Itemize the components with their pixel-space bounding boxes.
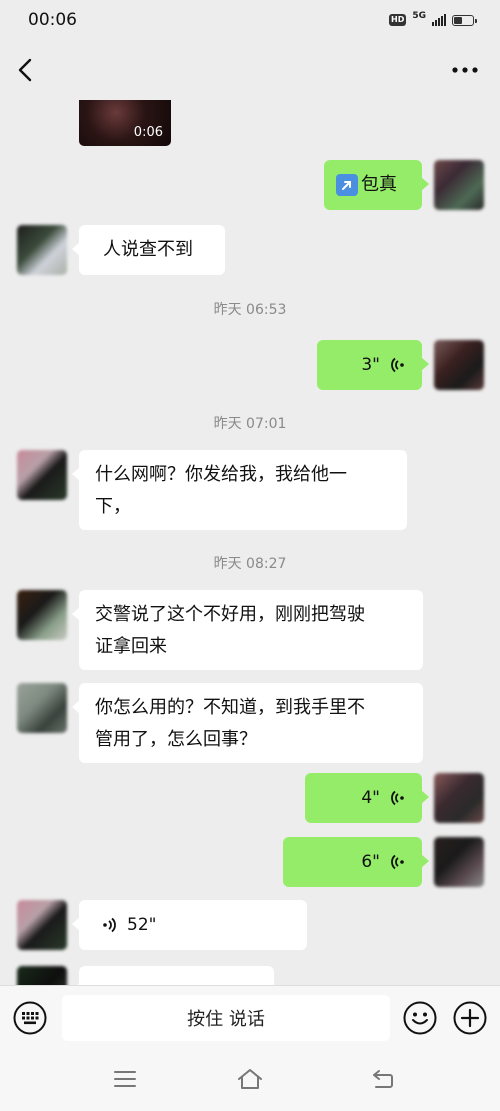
hd-icon: HD [389, 14, 407, 26]
message-text: 包真 [361, 174, 397, 195]
battery-level [454, 16, 462, 24]
video-duration: 0:06 [133, 125, 163, 140]
menu-icon[interactable] [113, 1069, 137, 1089]
message-bubble-incoming[interactable]: 什么网啊？你发给我，我给他一 下， [72, 450, 407, 530]
message-text: 人说查不到 [103, 239, 193, 260]
avatar[interactable] [17, 900, 67, 950]
chat-input-bar: 按住 说话 [0, 985, 500, 1047]
message-bubble-outgoing[interactable]: 包真 [324, 160, 429, 210]
home-icon[interactable] [236, 1067, 264, 1091]
message-bubble-incoming[interactable]: 交警说了这个不好用，刚刚把驾驶 证拿回来 [72, 590, 423, 670]
message-bubble-incoming[interactable]: 人说查不到 [72, 225, 225, 275]
voice-duration: 3" [361, 355, 380, 375]
avatar[interactable] [17, 225, 67, 275]
avatar[interactable] [17, 450, 67, 500]
ellipsis-icon[interactable] [450, 58, 480, 82]
avatar[interactable] [434, 837, 484, 887]
voice-wave-icon [391, 854, 404, 870]
avatar[interactable] [17, 966, 67, 985]
link-arrow-icon [336, 174, 358, 196]
status-time: 00:06 [28, 10, 77, 30]
voice-message-outgoing[interactable]: 6" [283, 837, 429, 887]
system-nav-bar [0, 1047, 500, 1111]
signal-icon [432, 14, 446, 26]
avatar[interactable] [434, 160, 484, 210]
video-message[interactable]: 0:06 [79, 100, 171, 146]
message-bubble-incoming[interactable] [72, 966, 274, 985]
message-text-line: 证拿回来 [95, 636, 167, 657]
plus-circle-icon[interactable] [453, 1001, 487, 1035]
message-text-line: 你怎么用的？不知道，到我手里不 [95, 697, 365, 718]
message-text-line: 什么网啊？你发给我，我给他一 [95, 464, 347, 485]
chat-header [0, 40, 500, 100]
avatar[interactable] [434, 340, 484, 390]
chevron-left-icon[interactable] [14, 56, 38, 84]
message-bubble-incoming[interactable]: 你怎么用的？不知道，到我手里不 管用了，怎么回事？ [72, 683, 423, 763]
timestamp: 昨天 06:53 [213, 302, 287, 318]
timestamp: 昨天 07:01 [213, 416, 287, 432]
emoji-smile-icon[interactable] [403, 1001, 437, 1035]
avatar[interactable] [17, 590, 67, 640]
message-text-line: 管用了，怎么回事？ [95, 729, 257, 750]
avatar[interactable] [434, 773, 484, 823]
voice-wave-icon [391, 357, 404, 373]
avatar[interactable] [17, 683, 67, 733]
voice-wave-icon [391, 790, 404, 806]
battery-icon [452, 14, 477, 26]
status-icons: HD 5G [389, 10, 477, 29]
voice-duration: 4" [361, 788, 380, 808]
hold-to-talk-button[interactable]: 按住 说话 [62, 995, 390, 1041]
voice-message-incoming[interactable]: 52" [72, 900, 307, 950]
timestamp: 昨天 08:27 [213, 556, 287, 572]
voice-message-outgoing[interactable]: 3" [317, 340, 429, 390]
message-text-line: 交警说了这个不好用，刚刚把驾驶 [95, 604, 365, 625]
voice-wave-icon [103, 917, 116, 933]
voice-duration: 6" [361, 852, 380, 872]
back-icon[interactable] [370, 1068, 396, 1090]
voice-message-outgoing[interactable]: 4" [305, 773, 429, 823]
network-type-label: 5G [412, 10, 426, 21]
voice-duration: 52" [127, 915, 157, 935]
chat-message-list[interactable]: 0:06 包真 人说查不到 昨天 06:53 3" 昨天 07:01 什么网啊？… [0, 100, 500, 985]
keyboard-icon[interactable] [13, 1001, 47, 1035]
status-bar: 00:06 HD 5G [0, 0, 500, 40]
message-text-line: 下， [95, 496, 131, 517]
